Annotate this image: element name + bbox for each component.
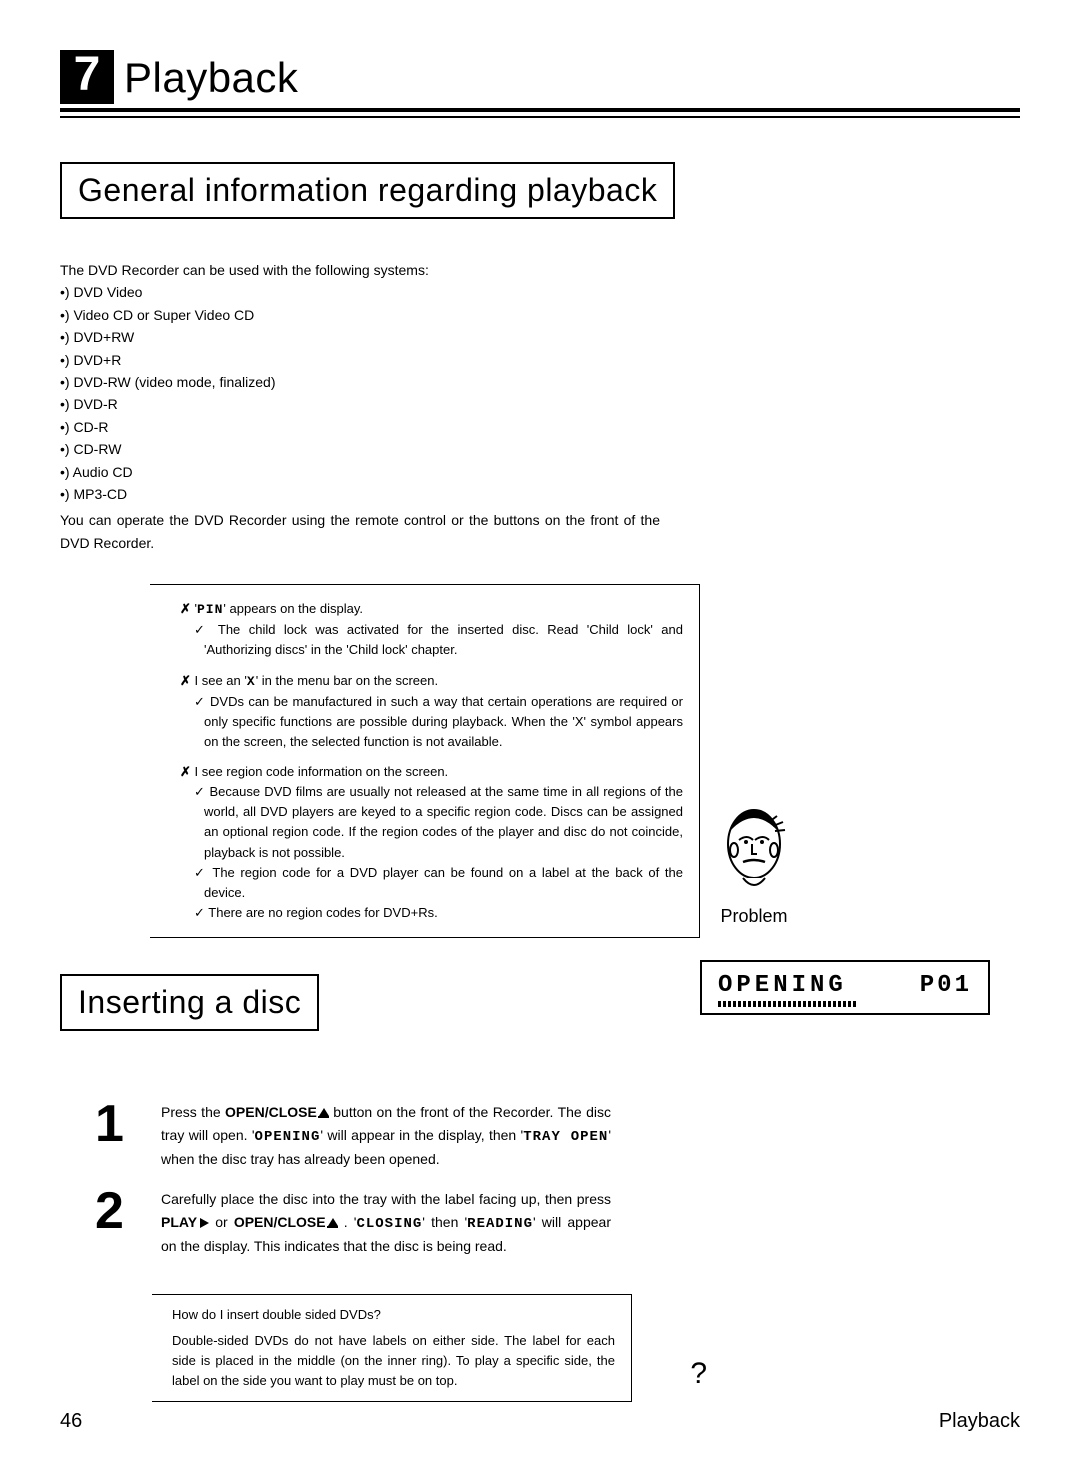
chapter-title: Playback	[124, 54, 298, 102]
intro-text: The DVD Recorder can be used with the fo…	[60, 259, 660, 554]
systems-list: •) DVD Video•) Video CD or Super Video C…	[60, 281, 660, 505]
chapter-number-badge: 7	[60, 50, 114, 104]
problem-answer: DVDs can be manufactured in such a way t…	[194, 692, 683, 752]
display-main: OPENING	[718, 972, 858, 1007]
problem-question: I see an 'X' in the menu bar on the scre…	[180, 671, 683, 692]
section-heading-inserting: Inserting a disc	[60, 974, 319, 1031]
play-icon	[197, 1214, 209, 1230]
step-1: 1 Press the OPEN/CLOSE button on the fro…	[95, 1101, 1020, 1170]
step-number: 2	[95, 1188, 141, 1257]
display-progress-bar	[718, 1001, 858, 1007]
system-item: •) CD-RW	[60, 438, 660, 460]
footer-title: Playback	[939, 1410, 1020, 1433]
faq-question: How do I insert double sided DVDs?	[172, 1305, 615, 1325]
problem-answer: The region code for a DVD player can be …	[194, 863, 683, 903]
step-number: 1	[95, 1101, 141, 1170]
page-footer: 46 Playback	[60, 1410, 1020, 1433]
system-item: •) DVD-RW (video mode, finalized)	[60, 371, 660, 393]
chapter-header: 7 Playback	[60, 50, 1020, 112]
system-item: •) Audio CD	[60, 461, 660, 483]
step-text: Carefully place the disc into the tray w…	[161, 1188, 611, 1257]
problem-box: 'PIN' appears on the display.The child l…	[150, 584, 700, 938]
faq-box: How do I insert double sided DVDs? Doubl…	[152, 1294, 632, 1403]
step-2: 2 Carefully place the disc into the tray…	[95, 1188, 1020, 1257]
system-item: •) CD-R	[60, 416, 660, 438]
problem-question: I see region code information on the scr…	[180, 762, 683, 782]
system-item: •) DVD+R	[60, 349, 660, 371]
display-side: P01	[920, 972, 972, 999]
system-item: •) MP3-CD	[60, 483, 660, 505]
problem-answer: Because DVD films are usually not releas…	[194, 782, 683, 863]
play-button-label: PLAY	[161, 1214, 197, 1230]
faq-answer: Double-sided DVDs do not have labels on …	[172, 1331, 615, 1391]
intro-line: The DVD Recorder can be used with the fo…	[60, 259, 660, 281]
system-item: •) DVD Video	[60, 281, 660, 303]
problem-answer: There are no region codes for DVD+Rs.	[194, 903, 683, 923]
problem-question: 'PIN' appears on the display.	[180, 599, 683, 620]
section-heading-general: General information regarding playback	[60, 162, 675, 219]
step-text: Press the OPEN/CLOSE button on the front…	[161, 1101, 611, 1170]
problem-answer: The child lock was activated for the ins…	[194, 620, 683, 660]
open-close-button-label: OPEN/CLOSE	[234, 1214, 326, 1230]
system-item: •) DVD+RW	[60, 326, 660, 348]
question-mark-icon: ?	[690, 1351, 707, 1398]
problem-label: Problem	[719, 903, 789, 931]
system-item: •) DVD-R	[60, 393, 660, 415]
system-item: •) Video CD or Super Video CD	[60, 304, 660, 326]
problem-aside: Problem	[719, 800, 789, 931]
page-number: 46	[60, 1410, 82, 1433]
open-close-button-label: OPEN/CLOSE	[225, 1104, 317, 1120]
display-panel: OPENING P01	[700, 960, 990, 1015]
problem-face-icon	[719, 800, 789, 895]
intro-note: You can operate the DVD Recorder using t…	[60, 509, 660, 554]
